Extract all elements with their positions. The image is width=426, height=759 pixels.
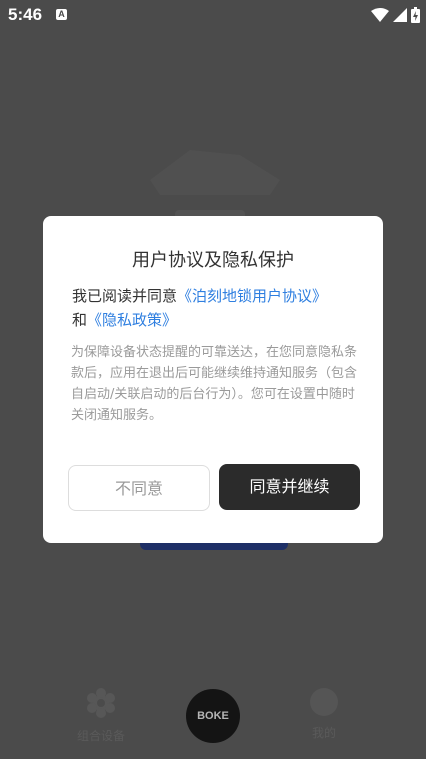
agreement-statement: 我已阅读并同意《泊刻地锁用户协议》 和《隐私政策》 <box>72 284 362 332</box>
agree-continue-button[interactable]: 同意并继续 <box>219 464 360 510</box>
brand-logo-button: BOKE <box>186 689 240 743</box>
user-agreement-link[interactable]: 《泊刻地锁用户协议》 <box>177 287 327 305</box>
privacy-policy-link[interactable]: 《隐私政策》 <box>87 311 177 329</box>
app-screen: 组合设备 我的 BOKE 5:46 A 用户协议及隐私保护 我已阅读并同意《泊刻… <box>0 0 426 759</box>
notification-icon: A <box>56 9 67 20</box>
cellular-signal-icon <box>393 8 407 22</box>
disagree-button[interactable]: 不同意 <box>68 465 210 511</box>
nav-item-label: 我的 <box>311 726 336 740</box>
wifi-icon <box>371 8 389 22</box>
status-bar: 5:46 A <box>0 0 426 30</box>
agreement-prefix: 我已阅读并同意 <box>72 287 178 305</box>
status-time: 5:46 <box>8 5 43 24</box>
nav-item-combined-devices: 组合设备 <box>70 688 132 744</box>
status-indicators <box>367 6 420 24</box>
battery-charging-icon <box>411 7 420 23</box>
agreement-and: 和 <box>72 311 88 329</box>
privacy-agreement-dialog: 用户协议及隐私保护 我已阅读并同意《泊刻地锁用户协议》 和《隐私政策》 为保障设… <box>43 216 383 543</box>
nav-item-label: 组合设备 <box>76 729 125 743</box>
nav-item-mine: 我的 <box>295 688 353 741</box>
user-icon <box>310 688 338 716</box>
dialog-title: 用户协议及隐私保护 <box>132 250 294 271</box>
gear-icon <box>87 688 115 718</box>
dialog-body-text: 为保障设备状态提醒的可靠送达，在您同意隐私条款后，应用在退出后可能继续维持通知服… <box>71 345 358 423</box>
